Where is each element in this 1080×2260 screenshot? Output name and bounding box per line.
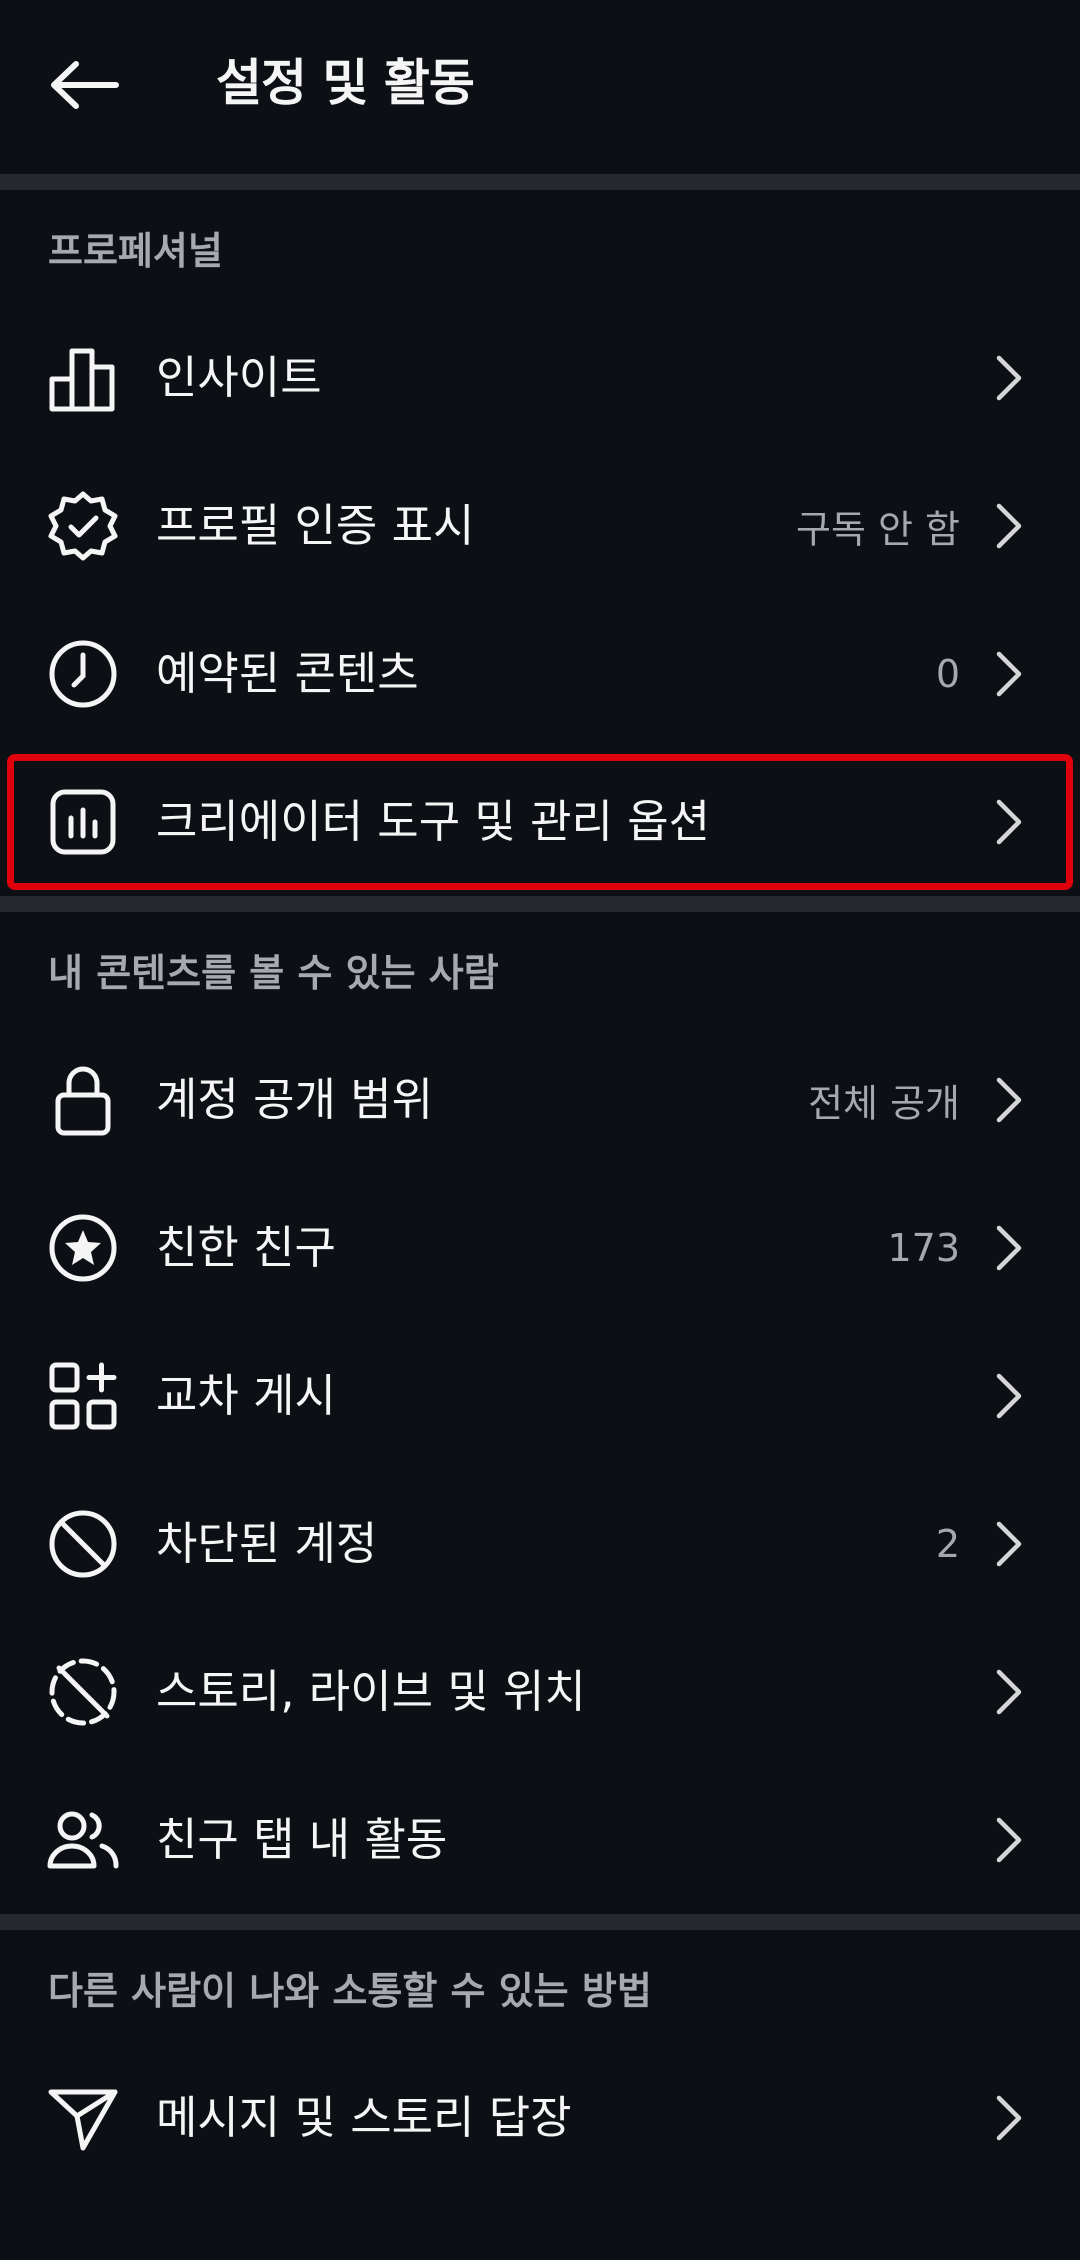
chevron-right-icon — [996, 1077, 1022, 1123]
creator-tools-icon — [46, 785, 120, 859]
menu-item-value: 2 — [935, 1522, 960, 1566]
chevron-right-icon — [996, 1817, 1022, 1863]
menu-item-verified-profile[interactable]: 프로필 인증 표시 구독 안 함 — [0, 452, 1080, 600]
menu-item-friends-tab-activity[interactable]: 친구 탭 내 활동 — [0, 1766, 1080, 1914]
menu-item-label: 친한 친구 — [156, 1221, 336, 1274]
menu-item-close-friends[interactable]: 친한 친구 173 — [0, 1174, 1080, 1322]
header: 설정 및 활동 — [0, 0, 1080, 174]
menu-item-label: 친구 탭 내 활동 — [156, 1813, 448, 1866]
menu-item-label: 메시지 및 스토리 답장 — [156, 2091, 572, 2144]
menu-item-messages-story-replies[interactable]: 메시지 및 스토리 답장 — [0, 2044, 1080, 2192]
clock-icon — [46, 637, 120, 711]
chevron-right-icon — [996, 799, 1022, 845]
menu-item-label: 차단된 계정 — [156, 1517, 378, 1570]
menu-item-story-live-location[interactable]: 스토리, 라이브 및 위치 — [0, 1618, 1080, 1766]
section-divider — [0, 1914, 1080, 1930]
back-button[interactable] — [44, 50, 124, 120]
send-icon — [46, 2081, 120, 2155]
menu-item-scheduled-content[interactable]: 예약된 콘텐츠 0 — [0, 600, 1080, 748]
menu-item-label: 예약된 콘텐츠 — [156, 647, 419, 700]
menu-item-value: 구독 안 함 — [796, 507, 960, 552]
section-title-how-others-interact: 다른 사람이 나와 소통할 수 있는 방법 — [48, 1968, 652, 2013]
chevron-right-icon — [996, 355, 1022, 401]
page-title: 설정 및 활동 — [216, 54, 475, 112]
section-divider — [0, 174, 1080, 190]
menu-item-label: 인사이트 — [156, 351, 322, 404]
arrow-left-icon — [51, 61, 119, 109]
menu-item-value: 전체 공개 — [808, 1081, 960, 1126]
grid-plus-icon — [46, 1359, 120, 1433]
chevron-right-icon — [996, 1225, 1022, 1271]
chevron-right-icon — [996, 503, 1022, 549]
menu-item-blocked-accounts[interactable]: 차단된 계정 2 — [0, 1470, 1080, 1618]
menu-item-label: 크리에이터 도구 및 관리 옵션 — [156, 795, 711, 848]
star-circle-icon — [46, 1211, 120, 1285]
menu-item-creator-tools[interactable]: 크리에이터 도구 및 관리 옵션 — [0, 748, 1080, 896]
chevron-right-icon — [996, 1521, 1022, 1567]
block-icon — [46, 1507, 120, 1581]
menu-item-value: 173 — [887, 1226, 960, 1270]
menu-item-label: 교차 게시 — [156, 1369, 336, 1422]
menu-item-insights[interactable]: 인사이트 — [0, 304, 1080, 452]
section-title-who-can-see: 내 콘텐츠를 볼 수 있는 사람 — [48, 950, 499, 995]
section-divider — [0, 896, 1080, 912]
people-icon — [46, 1803, 120, 1877]
chevron-right-icon — [996, 651, 1022, 697]
menu-item-label: 프로필 인증 표시 — [156, 499, 475, 552]
lock-icon — [46, 1063, 120, 1137]
menu-item-crossposting[interactable]: 교차 게시 — [0, 1322, 1080, 1470]
section-title-professional: 프로페셔널 — [48, 228, 223, 273]
menu-item-label: 계정 공개 범위 — [156, 1073, 434, 1126]
chevron-right-icon — [996, 2095, 1022, 2141]
story-off-icon — [46, 1655, 120, 1729]
bar-chart-icon — [46, 341, 120, 415]
chevron-right-icon — [996, 1669, 1022, 1715]
menu-item-value: 0 — [935, 652, 960, 696]
verified-badge-icon — [46, 489, 120, 563]
menu-item-account-privacy[interactable]: 계정 공개 범위 전체 공개 — [0, 1026, 1080, 1174]
menu-item-label: 스토리, 라이브 및 위치 — [156, 1665, 586, 1718]
chevron-right-icon — [996, 1373, 1022, 1419]
